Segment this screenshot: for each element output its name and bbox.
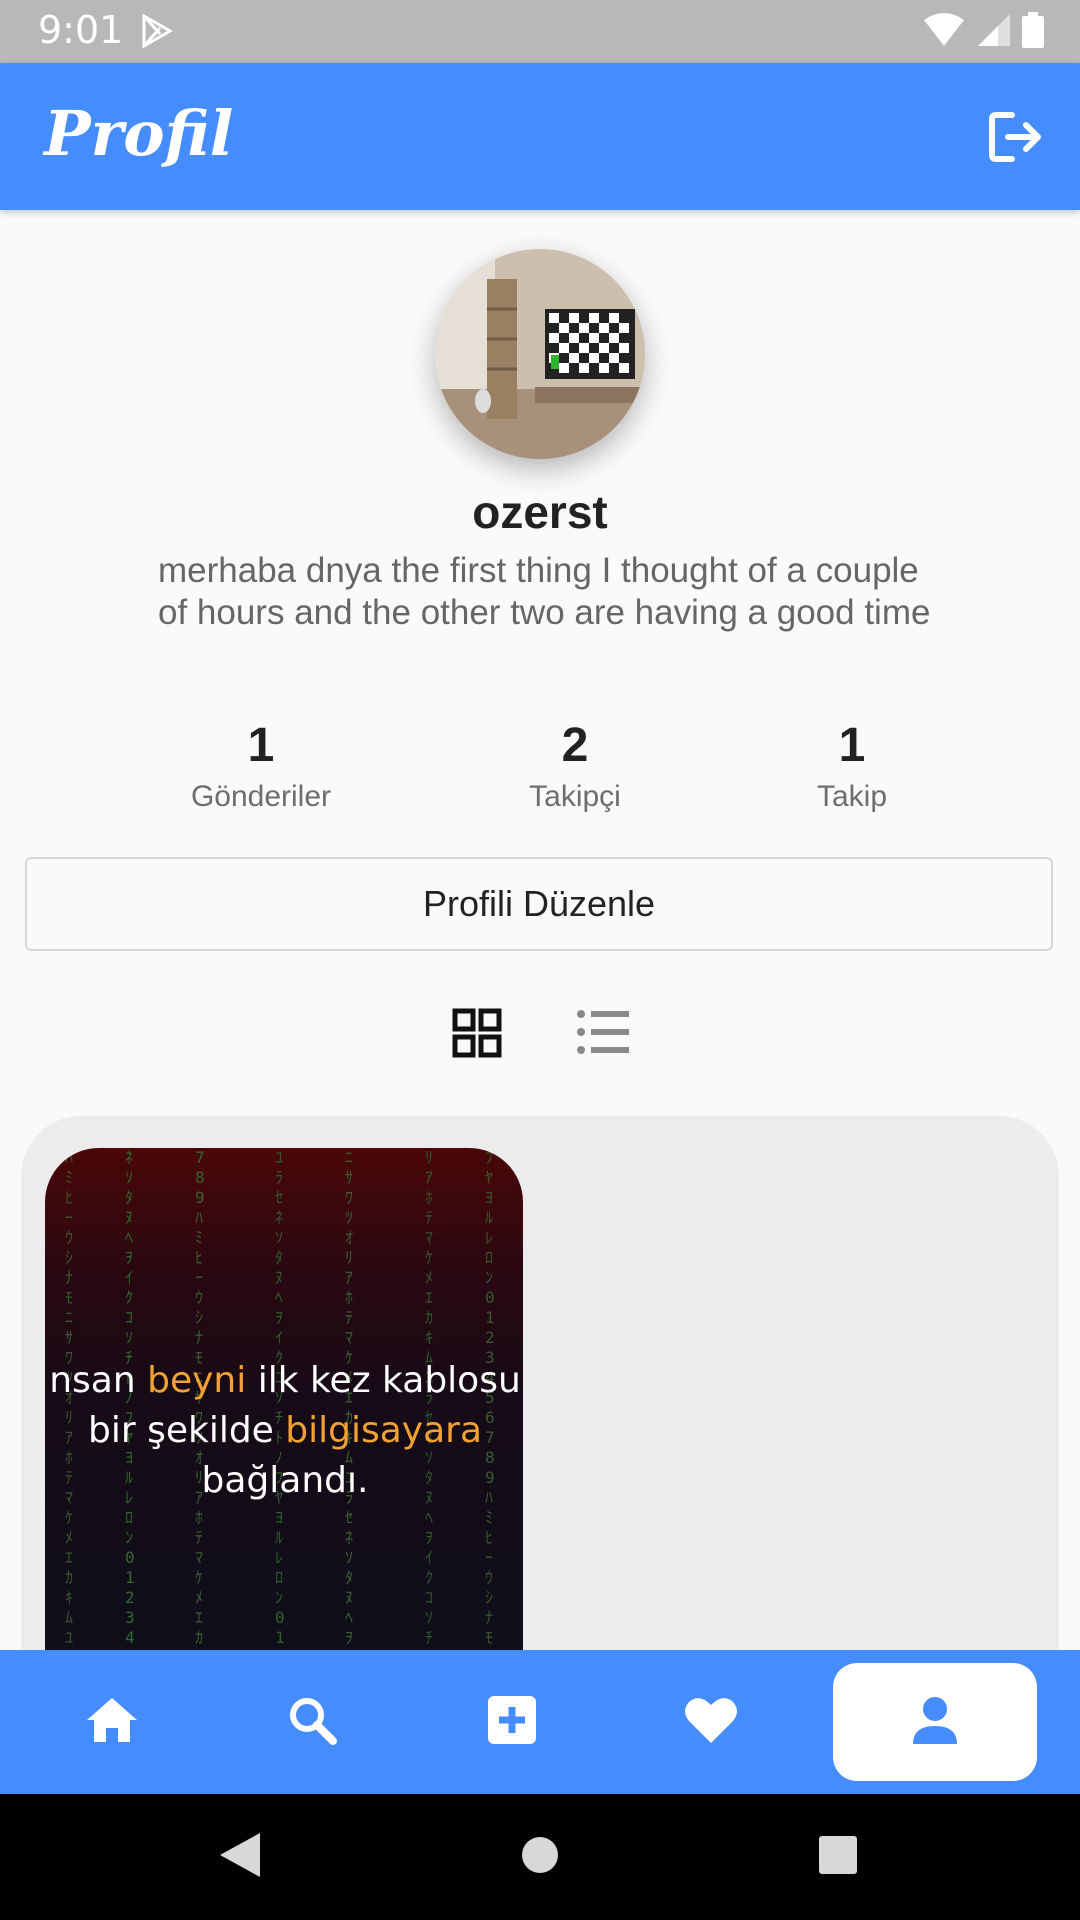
home-button[interactable] bbox=[480, 1794, 600, 1920]
stat-posts-value: 1 bbox=[247, 719, 275, 772]
stat-followers-value: 2 bbox=[561, 719, 589, 772]
list-view-icon[interactable] bbox=[577, 1010, 629, 1059]
post-text-highlight: beyni bbox=[147, 1360, 247, 1401]
profile-icon bbox=[912, 1696, 958, 1749]
home-icon bbox=[85, 1696, 139, 1749]
nav-profile[interactable] bbox=[833, 1663, 1037, 1781]
battery-icon bbox=[1022, 12, 1044, 53]
stat-following-value: 1 bbox=[838, 719, 866, 772]
stat-posts-label: Gönderiler bbox=[190, 780, 332, 813]
stat-posts[interactable]: 1 Gönderiler bbox=[141, 718, 381, 814]
profile-bio: merhaba dnya the first thing I thought o… bbox=[158, 551, 931, 632]
status-icons bbox=[922, 12, 1044, 53]
post-text-part: bağlandı. bbox=[201, 1460, 369, 1501]
nav-favorites[interactable] bbox=[636, 1650, 786, 1794]
username: ozerst bbox=[472, 486, 608, 538]
favorites-icon bbox=[683, 1695, 739, 1750]
logout-icon[interactable] bbox=[988, 109, 1044, 170]
post-caption: nsan beyni ilk kez kablosu bir şekilde b… bbox=[45, 1356, 523, 1506]
home-circle-icon bbox=[520, 1835, 560, 1880]
recents-icon bbox=[818, 1835, 858, 1880]
avatar-room-image bbox=[435, 249, 645, 459]
avatar[interactable] bbox=[435, 249, 645, 459]
app-bar: Profil bbox=[0, 63, 1080, 210]
back-icon bbox=[218, 1831, 262, 1884]
stat-following-label: Takip bbox=[816, 780, 888, 813]
system-navigation bbox=[0, 1794, 1080, 1920]
status-bar: 9:01 bbox=[0, 0, 1080, 63]
page-title: Profil bbox=[44, 97, 234, 170]
status-time: 9:01 bbox=[38, 8, 124, 52]
add-post-icon bbox=[487, 1695, 537, 1750]
bottom-navigation bbox=[0, 1650, 1080, 1794]
grid-view-icon[interactable] bbox=[452, 1008, 502, 1063]
signal-icon bbox=[976, 12, 1012, 53]
stat-followers-label: Takipçi bbox=[529, 780, 621, 813]
nav-add-post[interactable] bbox=[437, 1650, 587, 1794]
wifi-icon bbox=[922, 12, 966, 53]
edit-profile-button[interactable]: Profili Düzenle bbox=[25, 857, 1053, 951]
post-text-highlight: bilgisayara bbox=[285, 1410, 483, 1451]
stat-following[interactable]: 1 Takip bbox=[732, 718, 972, 814]
stat-followers[interactable]: 2 Takipçi bbox=[455, 718, 695, 814]
play-store-icon bbox=[140, 13, 174, 53]
nav-home[interactable] bbox=[37, 1650, 187, 1794]
post-text-part: nsan bbox=[49, 1360, 148, 1401]
post-text-part: ilk kez kablosu bbox=[246, 1360, 521, 1401]
back-button[interactable] bbox=[180, 1794, 300, 1920]
nav-search[interactable] bbox=[237, 1650, 387, 1794]
post-thumbnail[interactable]: ﾊﾐﾋｰｳｼﾅﾓﾆｻﾜﾂｵﾘｱﾎﾃﾏｹﾒｴｶｷﾑﾕﾗｾ ﾈｿﾀﾇﾍｦｲｸｺｿﾁﾄ… bbox=[45, 1148, 523, 1708]
search-icon bbox=[287, 1695, 337, 1750]
post-text-part: bir şekilde bbox=[87, 1410, 286, 1451]
recents-button[interactable] bbox=[778, 1794, 898, 1920]
